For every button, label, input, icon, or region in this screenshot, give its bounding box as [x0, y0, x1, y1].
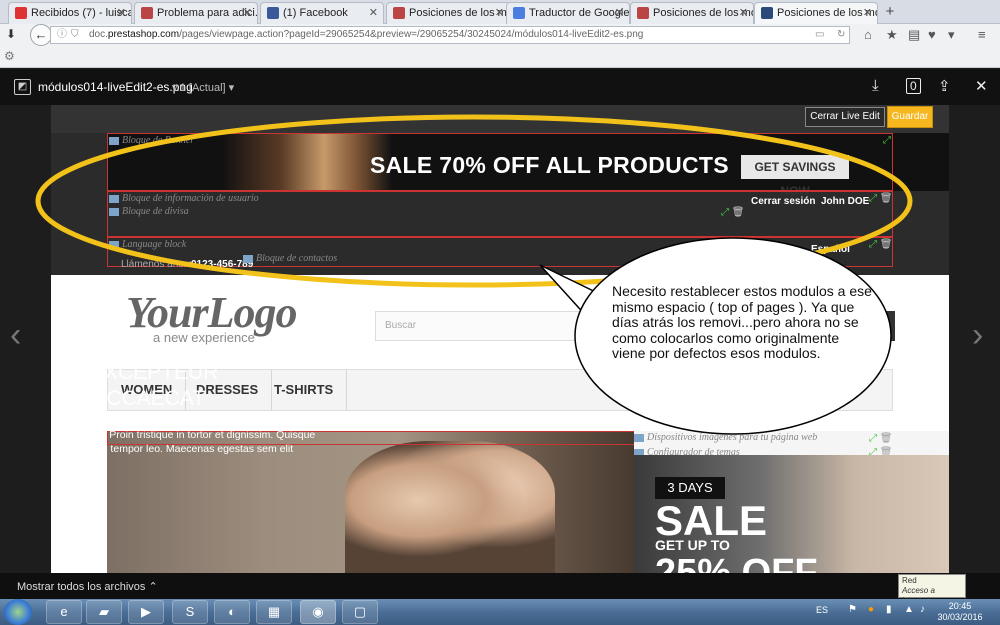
file-explorer-icon[interactable]: ▰	[86, 600, 122, 624]
screen: Recibidos (7) - luisca... ✕ Problema para…	[0, 0, 1000, 625]
media-player-icon[interactable]: ▶	[128, 600, 164, 624]
flag-icon[interactable]: ⚑	[848, 604, 857, 615]
clock-time: 20:45	[948, 601, 972, 611]
network-tooltip: RedAcceso a Internet	[898, 574, 966, 605]
start-button[interactable]	[4, 599, 32, 625]
viewer-bottom-bar: Mostrar todos los archivos ⌃	[0, 573, 1000, 599]
annotation-text: Necesito restablecer estos modulos a ese…	[612, 283, 872, 361]
signal-icon[interactable]: ▲	[904, 604, 914, 615]
firefox-icon[interactable]: ◉	[300, 600, 336, 624]
show-all-files-link[interactable]: Mostrar todos los archivos ⌃	[17, 580, 158, 593]
volume-icon[interactable]: ♪	[920, 604, 925, 615]
show-all-label: Mostrar todos los archivos	[17, 581, 146, 593]
tooltip-title: Red	[902, 576, 917, 585]
clock-date: 30/03/2016	[937, 612, 983, 622]
system-clock[interactable]: 20:45 30/03/2016	[935, 601, 985, 623]
chevron-up-icon: ⌃	[148, 581, 158, 593]
windows-taskbar: e ▰ ▶ S ◐ ▦ ◉ ▢ ES ⚑ ● ▮ ▲ ♪ 20:45 30/03/…	[0, 599, 1000, 625]
window-icon[interactable]: ▢	[342, 600, 378, 624]
opera-icon[interactable]: ◐	[214, 600, 250, 624]
internet-explorer-icon[interactable]: e	[46, 600, 82, 624]
language-indicator[interactable]: ES	[816, 605, 828, 615]
spreadsheet-icon[interactable]: ▦	[256, 600, 292, 624]
security-icon[interactable]: ●	[868, 604, 874, 615]
network-icon[interactable]: ▮	[886, 604, 892, 615]
skype-icon[interactable]: S	[172, 600, 208, 624]
